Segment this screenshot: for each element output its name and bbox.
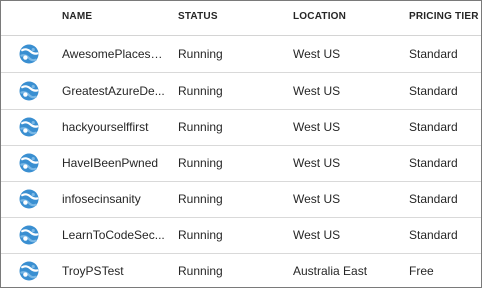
- site-name: TroyPSTest: [62, 264, 124, 278]
- site-pricing-tier: Standard: [409, 192, 458, 206]
- site-pricing-tier: Free: [409, 264, 434, 278]
- site-name: AwesomePlacesNG: [62, 47, 168, 61]
- column-header-location[interactable]: LOCATION: [293, 11, 346, 22]
- site-status: Running: [178, 47, 223, 61]
- site-status: Running: [178, 84, 223, 98]
- site-pricing-tier: Standard: [409, 228, 458, 242]
- site-pricing-tier: Standard: [409, 47, 458, 61]
- column-header-name[interactable]: NAME: [62, 11, 92, 22]
- table-row[interactable]: LearnToCodeSec... Running West US Standa…: [1, 217, 481, 254]
- table-row[interactable]: HaveIBeenPwned Running West US Standard: [1, 145, 481, 182]
- site-location: West US: [293, 47, 341, 61]
- site-location: West US: [293, 228, 341, 242]
- table-row[interactable]: GreatestAzureDe... Running West US Stand…: [1, 73, 481, 110]
- site-name: HaveIBeenPwned: [62, 156, 159, 170]
- column-header-pricing-tier[interactable]: PRICING TIER: [409, 11, 479, 22]
- website-globe-icon: [18, 188, 40, 210]
- site-location: West US: [293, 192, 341, 206]
- site-name: LearnToCodeSec...: [62, 228, 165, 242]
- website-globe-icon: [18, 152, 40, 174]
- table-row[interactable]: infosecinsanity Running West US Standard: [1, 181, 481, 218]
- websites-list: NAME STATUS LOCATION PRICING TIER Awesom…: [0, 0, 482, 288]
- site-status: Running: [178, 120, 223, 134]
- site-status: Running: [178, 228, 223, 242]
- website-globe-icon: [18, 80, 40, 102]
- column-header-status[interactable]: STATUS: [178, 11, 218, 22]
- site-name: GreatestAzureDe...: [62, 84, 165, 98]
- table-row[interactable]: TroyPSTest Running Australia East Free: [1, 253, 481, 287]
- site-name: hackyourselffirst: [62, 120, 149, 134]
- site-location: West US: [293, 156, 341, 170]
- site-location: Australia East: [293, 264, 368, 278]
- site-pricing-tier: Standard: [409, 156, 458, 170]
- site-status: Running: [178, 156, 223, 170]
- site-status: Running: [178, 192, 223, 206]
- site-status: Running: [178, 264, 223, 278]
- website-globe-icon: [18, 43, 40, 65]
- website-globe-icon: [18, 224, 40, 246]
- table-header: NAME STATUS LOCATION PRICING TIER: [1, 1, 481, 36]
- table-row[interactable]: AwesomePlacesNG Running West US Standard: [1, 36, 481, 73]
- site-location: West US: [293, 84, 341, 98]
- site-name: infosecinsanity: [62, 192, 141, 206]
- site-location: West US: [293, 120, 341, 134]
- website-globe-icon: [18, 260, 40, 282]
- site-pricing-tier: Standard: [409, 120, 458, 134]
- website-globe-icon: [18, 116, 40, 138]
- site-pricing-tier: Standard: [409, 84, 458, 98]
- table-row[interactable]: hackyourselffirst Running West US Standa…: [1, 109, 481, 146]
